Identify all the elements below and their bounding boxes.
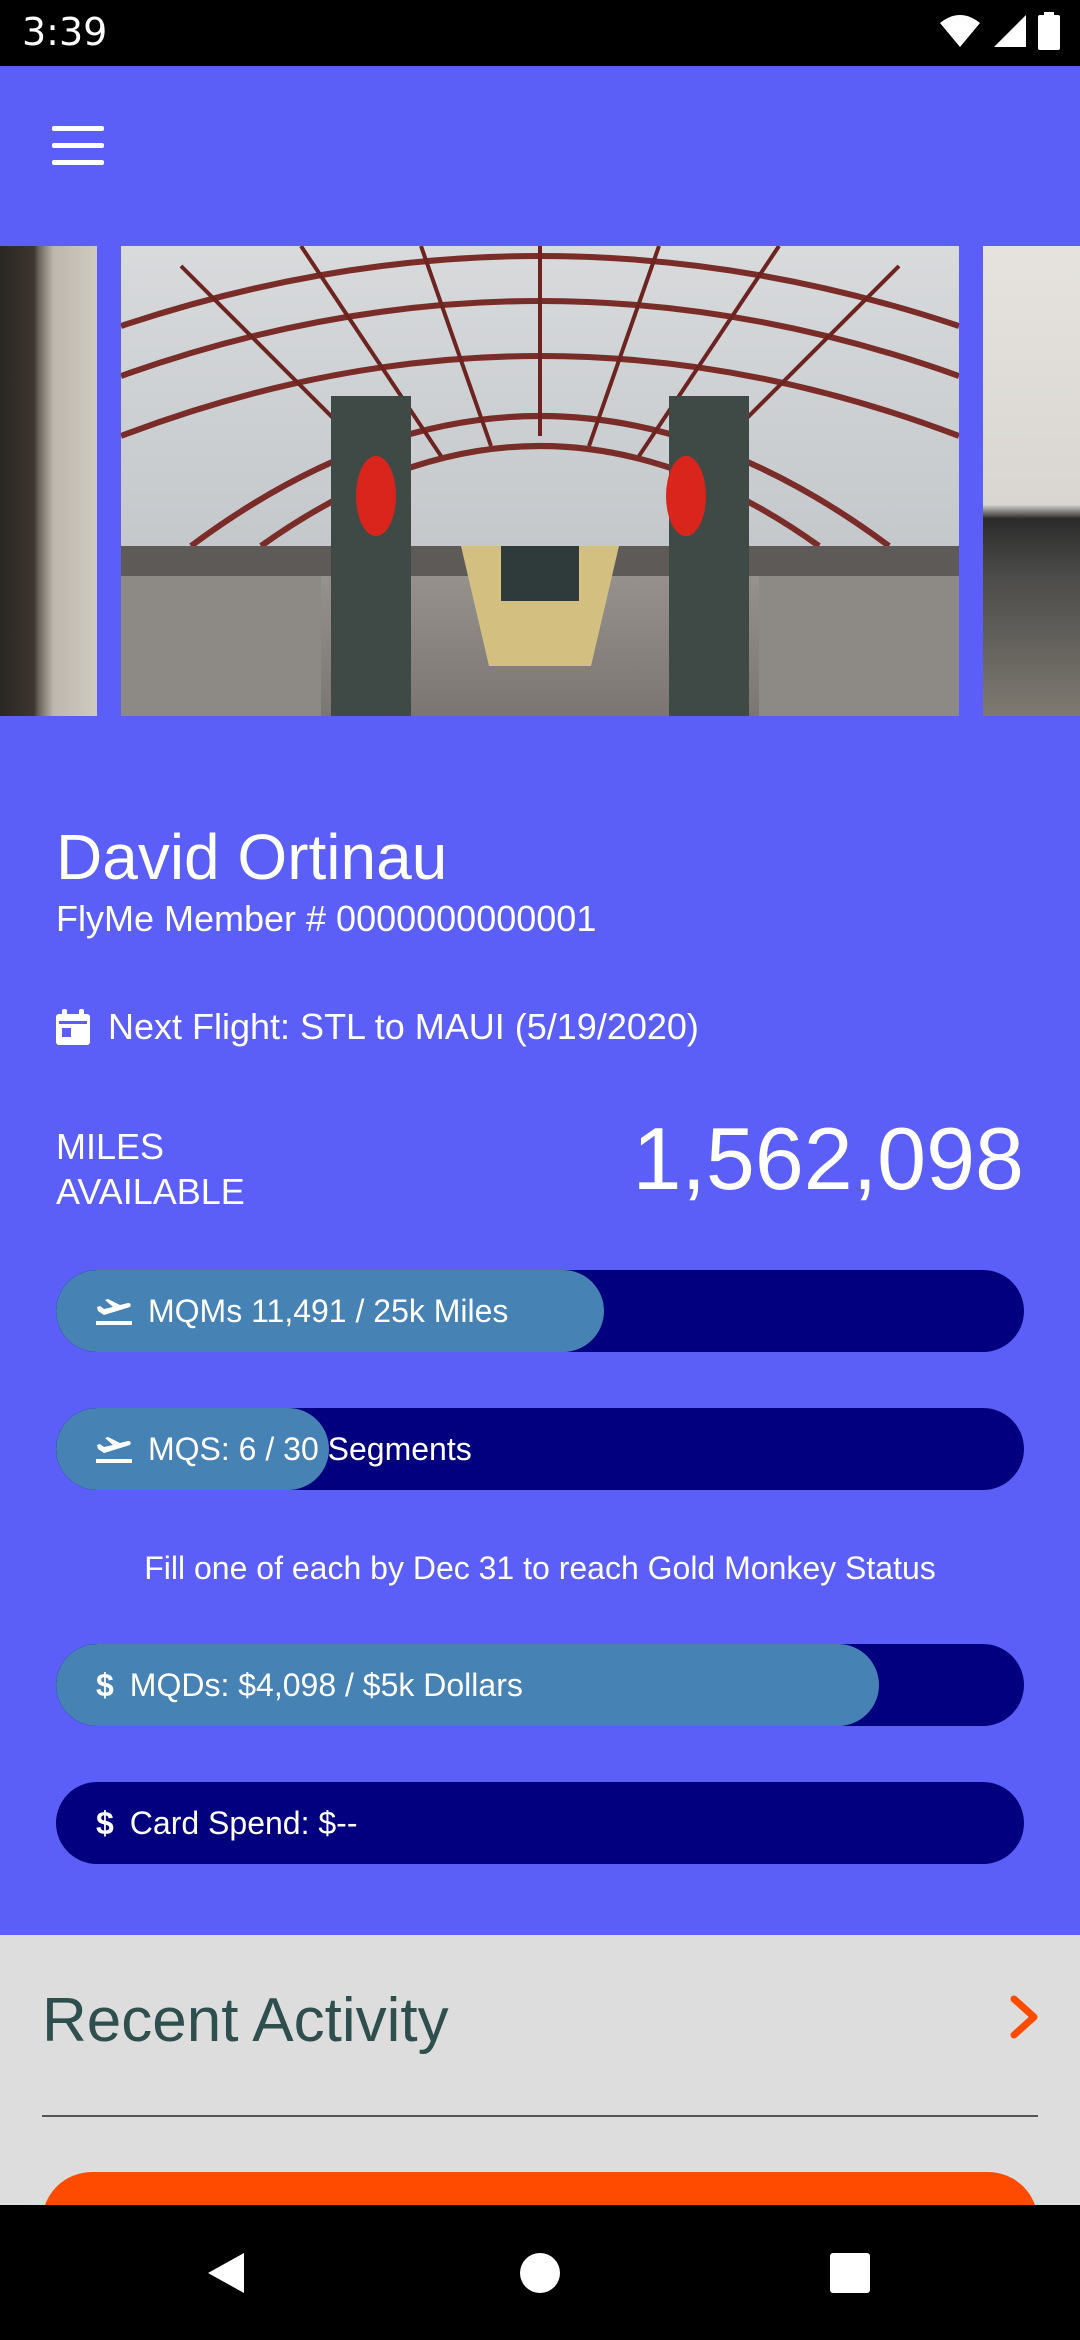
dollar-icon: $ <box>96 1804 114 1841</box>
mqm-progress-bar: MQMs 11,491 / 25k Miles <box>56 1270 1024 1352</box>
mqd-label: MQDs: $4,098 / $5k Dollars <box>129 1666 523 1703</box>
recent-activity-section[interactable]: Recent Activity <box>0 1935 1080 2272</box>
miles-label: MILES AVAILABLE <box>56 1124 245 1214</box>
status-icons <box>938 12 1060 50</box>
battery-icon <box>1038 12 1060 50</box>
airplane-takeoff-icon <box>96 1437 132 1463</box>
card-spend-bar: $ Card Spend: $-- <box>56 1782 1024 1864</box>
wifi-icon <box>940 15 980 47</box>
miles-label-line2: AVAILABLE <box>56 1171 245 1212</box>
mqs-label: MQS: 6 / 30 Segments <box>148 1430 472 1467</box>
carousel-image-previous[interactable] <box>0 246 97 716</box>
mqm-label: MQMs 11,491 / 25k Miles <box>148 1292 509 1329</box>
status-note: Fill one of each by Dec 31 to reach Gold… <box>144 1550 936 1586</box>
member-number: FlyMe Member # 0000000000001 <box>56 898 597 939</box>
status-bar: 3:39 <box>0 0 1080 66</box>
chevron-right-icon[interactable] <box>1008 1995 1040 2039</box>
next-flight: Next Flight: STL to MAUI (5/19/2020) <box>56 1006 699 1048</box>
dollar-icon: $ <box>96 1666 114 1703</box>
divider <box>42 2115 1038 2117</box>
carousel-image-next[interactable] <box>983 246 1080 716</box>
train-station-photo <box>121 246 959 716</box>
photo-carousel[interactable] <box>0 246 1080 716</box>
card-spend-label: Card Spend: $-- <box>129 1804 358 1841</box>
mqd-progress-bar: $ MQDs: $4,098 / $5k Dollars <box>56 1644 1024 1726</box>
status-time: 3:39 <box>22 10 108 54</box>
calendar-icon <box>56 1009 90 1045</box>
airplane-takeoff-icon <box>96 1299 132 1325</box>
recents-button[interactable] <box>790 2205 910 2340</box>
mqs-progress-bar: MQS: 6 / 30 Segments <box>56 1408 1024 1490</box>
back-button[interactable] <box>166 2205 286 2340</box>
signal-icon <box>994 15 1026 47</box>
recent-activity-title: Recent Activity <box>42 1986 449 2055</box>
back-icon <box>208 2252 244 2293</box>
hamburger-menu-icon[interactable] <box>52 126 104 166</box>
carousel-image-current[interactable] <box>121 246 959 716</box>
miles-value: 1,562,098 <box>632 1109 1025 1208</box>
home-icon <box>520 2252 560 2293</box>
home-button[interactable] <box>480 2205 600 2340</box>
app-bar <box>0 66 1080 246</box>
system-nav-bar <box>0 2205 1080 2340</box>
miles-label-line1: MILES <box>56 1126 165 1167</box>
member-name: David Ortinau <box>56 821 448 893</box>
next-flight-label: Next Flight: STL to MAUI (5/19/2020) <box>108 1006 699 1047</box>
recents-icon <box>830 2252 870 2293</box>
